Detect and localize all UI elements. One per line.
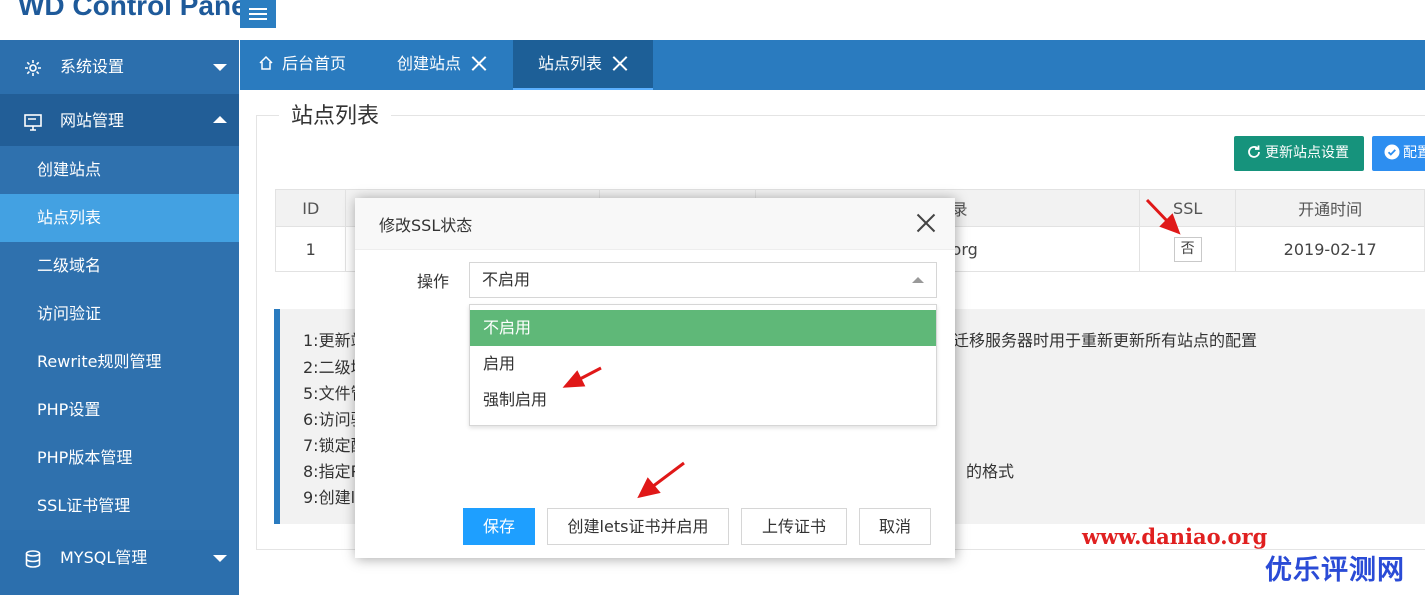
sidebar-item-php-settings[interactable]: PHP设置	[0, 386, 239, 434]
note-line-right: 迁移服务器时用于重新更新所有站点的配置	[953, 331, 1258, 350]
hamburger-icon-bar	[249, 18, 267, 20]
ssl-toggle-button[interactable]: 否	[1173, 236, 1202, 262]
upload-cert-button[interactable]: 上传证书	[741, 508, 847, 545]
operation-label: 操作	[417, 272, 450, 291]
menu-toggle-button[interactable]	[240, 0, 276, 28]
select-value: 不启用	[482, 270, 531, 289]
option-enabled[interactable]: 启用	[470, 346, 936, 382]
ssl-mode-select[interactable]: 不启用	[469, 262, 937, 298]
sidebar-group-mysql[interactable]: MYSQL管理	[0, 531, 239, 585]
tab-label: 站点列表	[538, 54, 603, 73]
button-label: 更新站点设置	[1265, 145, 1349, 161]
gear-icon	[25, 60, 41, 76]
sidebar-item-subdomain[interactable]: 二级域名	[0, 242, 239, 290]
button-label: 配置	[1403, 145, 1425, 161]
cancel-button[interactable]: 取消	[859, 508, 931, 545]
watermark-site: www.daniao.org	[1082, 524, 1268, 549]
close-icon[interactable]	[612, 55, 628, 71]
config-button[interactable]: 配置	[1372, 136, 1425, 171]
ssl-status-dialog: 修改SSL状态 操作 不启用 不启用 启用 强制启用 保存 创建lets证书并启…	[355, 198, 955, 558]
sidebar-group-label: 网站管理	[60, 111, 125, 130]
dialog-title: 修改SSL状态	[379, 216, 473, 235]
hamburger-icon	[249, 8, 267, 10]
watermark-name: 优乐评测网	[1265, 555, 1405, 586]
cell-ssl: 否	[1138, 226, 1237, 272]
sidebar-item-create-site[interactable]: 创建站点	[0, 146, 239, 194]
cell-id: 1	[274, 226, 347, 272]
sidebar-group-website[interactable]: 网站管理	[0, 94, 239, 148]
tab-home[interactable]: 后台首页	[258, 40, 373, 90]
tab-bar: 后台首页 创建站点 站点列表	[240, 40, 1425, 90]
tab-create-site[interactable]: 创建站点	[397, 40, 515, 90]
chevron-up-icon	[912, 277, 924, 283]
tab-label: 创建站点	[397, 54, 462, 73]
close-icon[interactable]	[915, 212, 937, 234]
sidebar-group-label: 系统设置	[60, 57, 125, 76]
chevron-down-icon	[213, 555, 227, 562]
save-button[interactable]: 保存	[463, 508, 535, 545]
hamburger-icon-bar	[249, 13, 267, 15]
chevron-down-icon	[213, 64, 227, 71]
sidebar-item-access-auth[interactable]: 访问验证	[0, 290, 239, 338]
note-line: 8:指定P	[303, 462, 361, 481]
sidebar-item-site-list[interactable]: 站点列表	[0, 194, 239, 242]
refresh-icon	[1248, 145, 1260, 158]
tab-site-list[interactable]: 站点列表	[513, 40, 653, 90]
tab-label: 后台首页	[282, 54, 347, 73]
chevron-up-icon	[213, 116, 227, 123]
col-id: ID	[274, 189, 347, 227]
database-icon	[25, 550, 41, 568]
close-icon[interactable]	[471, 55, 487, 71]
update-site-settings-button[interactable]: 更新站点设置	[1234, 136, 1364, 171]
option-disabled[interactable]: 不启用	[470, 310, 936, 346]
create-lets-cert-button[interactable]: 创建lets证书并启用	[547, 508, 729, 545]
sidebar-group-system[interactable]: 系统设置	[0, 40, 239, 94]
dialog-header: 修改SSL状态	[355, 198, 955, 250]
col-open-time: 开通时间	[1235, 189, 1425, 227]
ssl-mode-options: 不启用 启用 强制启用	[469, 304, 937, 426]
brand-logo: WD Control Panel	[18, 0, 255, 21]
check-circle-icon	[1384, 144, 1400, 160]
cell-open-time: 2019-02-17	[1235, 226, 1425, 272]
sidebar: 系统设置 网站管理 创建站点 站点列表 二级域名 访问验证 Rewrite规则管…	[0, 40, 239, 595]
option-force-enabled[interactable]: 强制启用	[470, 382, 936, 418]
page-title: 站点列表	[279, 98, 392, 130]
monitor-icon	[24, 114, 42, 131]
app-header: WD Control Panel	[0, 0, 1425, 40]
sidebar-group-label: MYSQL管理	[60, 548, 148, 567]
sidebar-item-ssl-cert[interactable]: SSL证书管理	[0, 482, 239, 530]
col-ssl: SSL	[1138, 189, 1237, 227]
note-line-right: 的格式	[966, 462, 1015, 481]
sidebar-item-php-version[interactable]: PHP版本管理	[0, 434, 239, 482]
home-icon	[259, 55, 273, 70]
sidebar-item-rewrite[interactable]: Rewrite规则管理	[0, 338, 239, 386]
